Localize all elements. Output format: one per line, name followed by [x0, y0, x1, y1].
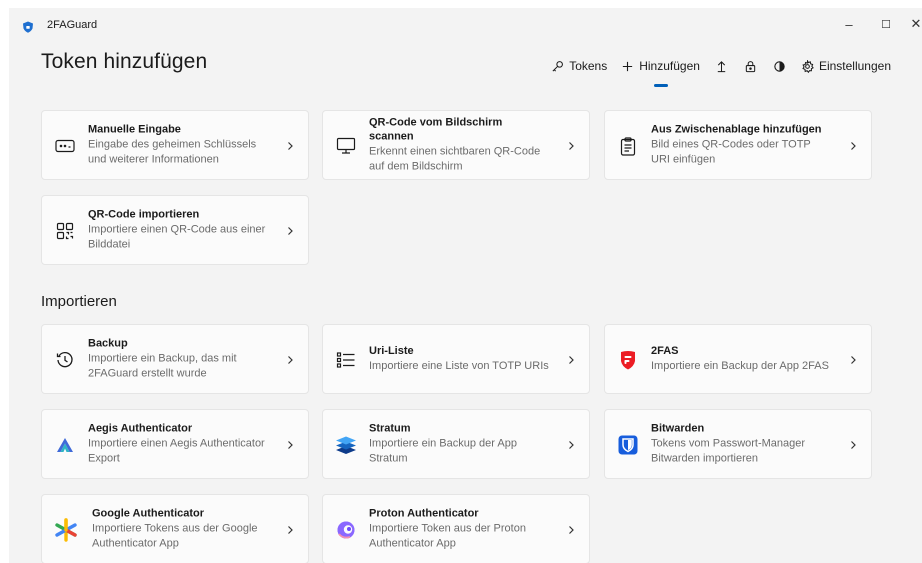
card-title: Backup [88, 337, 128, 350]
card-proton-authenticator[interactable]: Proton Authenticator Importiere Token aus… [322, 494, 590, 563]
card-manual-entry[interactable]: Manuelle Eingabe Eingabe des geheimen Sch… [41, 110, 309, 180]
chevron-right-icon [569, 142, 574, 150]
plus-icon [623, 61, 633, 71]
clipboard-icon [617, 135, 639, 157]
contrast-icon [774, 60, 785, 72]
theme-toggle-button[interactable] [765, 56, 794, 77]
stratum-logo-icon [335, 434, 357, 456]
card-description: Importiere ein Backup der App 2FAS [651, 360, 829, 372]
page-title: Token hinzufügen [41, 50, 208, 73]
bitwarden-logo-icon [617, 434, 639, 456]
card-title: QR-Code importieren [88, 208, 200, 221]
card-aegis[interactable]: Aegis Authenticator Importiere einen Aegi… [41, 409, 309, 479]
card-title: Uri-Liste [369, 345, 414, 357]
card-description: Importiere eine Liste von TOTP URIs [369, 360, 549, 372]
card-description: Importiere einen QR-Code aus einer Bildd… [88, 223, 266, 251]
card-description: Erkennt einen sichtbaren QR-Code auf dem… [369, 145, 541, 173]
card-description: Importiere ein Backup, das mit 2FAGuard … [88, 352, 237, 380]
export-button[interactable] [707, 56, 736, 77]
card-title: Aus Zwischenablage hinzufügen [651, 123, 822, 136]
card-description: Importiere ein Backup der App Stratum [369, 437, 517, 465]
card-stratum[interactable]: Stratum Importiere ein Backup der App Str… [322, 409, 590, 479]
card-title: Stratum [369, 422, 411, 435]
chevron-right-icon [288, 441, 293, 449]
card-title: Proton Authenticator [369, 507, 479, 520]
card-description: Importiere Token aus der Proton Authenti… [369, 522, 526, 550]
card-description: Importiere einen Aegis Authenticator Exp… [88, 437, 265, 465]
nav-settings[interactable]: Einstellungen [794, 55, 898, 77]
card-title: 2FAS [651, 345, 679, 357]
card-uri-list[interactable]: Uri-Liste Importiere eine Liste von TOTP … [322, 324, 590, 394]
card-description: Eingabe des geheimen Schlüssels und weit… [88, 138, 257, 166]
lock-button[interactable] [736, 56, 765, 77]
chevron-right-icon [288, 227, 293, 235]
nav-add-label: Hinzufügen [639, 59, 700, 73]
close-button[interactable]: ✕ [897, 10, 922, 38]
gear-icon [802, 59, 814, 73]
card-title: Aegis Authenticator [88, 422, 193, 435]
upload-icon [717, 60, 726, 72]
app-window: 2FAGuard – ☐ ✕ Token hinzufügen Tokens H… [9, 8, 922, 563]
card-description: Bild eines QR-Codes oder TOTP URI einfüg… [651, 138, 811, 166]
card-title: Manuelle Eingabe [88, 123, 181, 136]
card-backup[interactable]: Backup Importiere ein Backup, das mit 2FA… [41, 324, 309, 394]
chevron-right-icon [288, 356, 293, 364]
minimize-button[interactable]: – [830, 10, 868, 38]
history-icon [54, 349, 76, 371]
keyboard-icon [54, 135, 76, 157]
key-icon [552, 60, 564, 72]
lock-icon [745, 60, 756, 72]
chevron-right-icon [851, 142, 856, 150]
list-icon [335, 349, 357, 371]
card-description: Importiere Tokens aus der Google Authent… [92, 522, 258, 550]
app-shield-icon [23, 21, 33, 33]
card-import-qr[interactable]: QR-Code importieren Importiere einen QR-C… [41, 195, 309, 265]
proton-logo-icon [335, 519, 357, 541]
nav-add[interactable]: Hinzufügen [614, 55, 707, 87]
nav-settings-label: Einstellungen [818, 59, 891, 73]
nav-tokens[interactable]: Tokens [544, 55, 614, 77]
card-bitwarden[interactable]: Bitwarden Tokens vom Passwort-Manager Bit… [604, 409, 872, 479]
card-description: Tokens vom Passwort-Manager Bitwarden im… [651, 437, 806, 465]
chevron-right-icon [288, 526, 293, 534]
card-2fas[interactable]: 2FAS Importiere ein Backup der App 2FAS [604, 324, 872, 394]
chevron-right-icon [569, 356, 574, 364]
qr-code-icon [54, 220, 76, 242]
card-title: Bitwarden [651, 422, 705, 435]
chevron-right-icon [288, 142, 293, 150]
chevron-right-icon [851, 356, 856, 364]
2fas-logo-icon [617, 349, 639, 371]
chevron-right-icon [851, 441, 856, 449]
app-title: 2FAGuard [47, 19, 98, 31]
monitor-icon [335, 135, 357, 157]
import-section-heading: Importieren [41, 293, 117, 310]
chevron-right-icon [569, 441, 574, 449]
title-bar: 2FAGuard – ☐ ✕ [9, 8, 922, 40]
aegis-logo-icon [54, 434, 76, 456]
card-google-authenticator[interactable]: Google Authenticator Importiere Tokens au… [41, 494, 309, 563]
card-title: Google Authenticator [92, 507, 205, 520]
chevron-right-icon [569, 526, 574, 534]
nav-tokens-label: Tokens [569, 59, 608, 73]
google-authenticator-logo-icon [53, 518, 79, 542]
top-navigation: Tokens Hinzufügen Einstellungen [544, 55, 898, 87]
card-clipboard[interactable]: Aus Zwischenablage hinzufügen Bild eines … [604, 110, 872, 180]
card-scan-screen[interactable]: QR-Code vom Bildschirm scannen Erkennt ei… [322, 110, 590, 180]
card-title: QR-Code vom Bildschirm scannen [369, 116, 503, 143]
